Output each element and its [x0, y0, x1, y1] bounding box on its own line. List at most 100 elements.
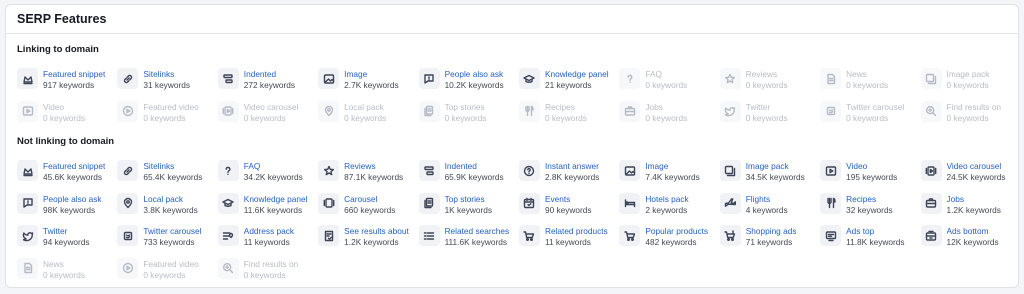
serp-feature-related-products[interactable]: Related products 11 keywords: [518, 223, 619, 256]
play-circle-icon: [117, 100, 139, 122]
serp-feature-address-pack[interactable]: Address pack 11 keywords: [217, 223, 318, 256]
serp-feature-events[interactable]: Events 90 keywords: [518, 191, 619, 224]
feature-label[interactable]: Flights: [746, 194, 788, 205]
feature-keyword-count: 1.2K keywords: [344, 237, 399, 248]
feature-label[interactable]: Sitelinks: [143, 69, 190, 80]
feature-label[interactable]: Carousel: [344, 194, 395, 205]
feature-label[interactable]: See results about: [344, 226, 409, 237]
ad-top-icon: [820, 225, 842, 247]
feature-keyword-count: 98K keywords: [43, 204, 96, 215]
feature-label: Reviews: [745, 69, 778, 79]
feature-label[interactable]: Shopping ads: [746, 226, 797, 237]
serp-feature-knowledge-panel[interactable]: Knowledge panel 21 keywords: [518, 66, 619, 99]
serp-feature-hotels-pack[interactable]: Hotels pack 2 keywords: [619, 191, 719, 224]
feature-label[interactable]: Related searches: [445, 226, 510, 237]
feature-text: Reviews 0 keywords: [746, 66, 788, 91]
feature-label[interactable]: Instant answer: [545, 161, 599, 172]
feature-label[interactable]: People also ask: [445, 69, 504, 80]
feature-label[interactable]: Related products: [545, 226, 608, 237]
feature-label[interactable]: Popular products: [645, 226, 708, 237]
serp-feature-related-searches[interactable]: Related searches 111.6K keywords: [418, 223, 519, 256]
feature-text: Shopping ads 71 keywords: [746, 223, 797, 248]
feature-keyword-count: 917 keywords: [43, 80, 95, 90]
serp-feature-sitelinks[interactable]: Sitelinks 31 keywords: [117, 66, 217, 99]
serp-feature-featured-snippet[interactable]: Featured snippet 45.6K keywords: [17, 158, 117, 191]
feature-label[interactable]: Events: [545, 194, 592, 205]
serp-feature-video-carousel: Video carousel 0 keywords: [217, 99, 318, 132]
serp-feature-image[interactable]: Image 7.4K keywords: [619, 158, 719, 191]
feature-text: Featured snippet 917 keywords: [43, 66, 105, 91]
serp-feature-featured-snippet[interactable]: Featured snippet 917 keywords: [17, 66, 117, 99]
feature-label[interactable]: Indented: [244, 69, 295, 80]
serp-feature-popular-products[interactable]: Popular products 482 keywords: [619, 223, 719, 256]
feature-label[interactable]: Hotels pack: [645, 194, 688, 205]
serp-feature-carousel[interactable]: Carousel 660 keywords: [318, 191, 418, 224]
feature-label[interactable]: Video carousel: [947, 161, 1006, 172]
serp-feature-image-pack[interactable]: Image pack 34.5K keywords: [719, 158, 820, 191]
serp-feature-indented[interactable]: Indented 65.9K keywords: [418, 158, 519, 191]
feature-label[interactable]: FAQ: [244, 161, 303, 172]
feature-label[interactable]: Knowledge panel: [244, 194, 308, 205]
feature-label[interactable]: Top stories: [445, 194, 493, 205]
crown-icon: [17, 160, 38, 181]
serp-feature-twitter[interactable]: Twitter 94 keywords: [17, 223, 117, 256]
briefcase-icon: [920, 192, 942, 214]
serp-feature-knowledge-panel[interactable]: Knowledge panel 11.6K keywords: [217, 191, 318, 224]
feature-label[interactable]: Knowledge panel: [545, 69, 609, 80]
feature-label[interactable]: Ads top: [846, 226, 904, 237]
feature-label[interactable]: Featured snippet: [43, 161, 105, 172]
feature-label[interactable]: Image pack: [746, 161, 805, 172]
feature-label[interactable]: Recipes: [846, 194, 893, 205]
serp-feature-ads-bottom[interactable]: Ads bottom 12K keywords: [920, 223, 1021, 256]
section-title-linking: Linking to domain: [17, 44, 99, 55]
feature-keyword-count: 2 keywords: [645, 204, 688, 215]
feature-label[interactable]: Ads bottom: [947, 226, 999, 237]
serp-feature-local-pack[interactable]: Local pack 3.8K keywords: [117, 191, 217, 224]
feature-text: Featured snippet 45.6K keywords: [43, 158, 105, 183]
feature-label: News: [846, 69, 867, 79]
feature-text: Featured video 0 keywords: [143, 99, 198, 124]
feature-label[interactable]: Image: [344, 69, 398, 80]
feature-text: Knowledge panel 11.6K keywords: [244, 191, 308, 216]
feature-label[interactable]: Reviews: [344, 161, 403, 172]
serp-feature-flights[interactable]: Flights 4 keywords: [719, 191, 820, 224]
feature-label[interactable]: People also ask: [43, 194, 102, 205]
feature-keyword-count: 195 keywords: [846, 172, 898, 182]
feature-label[interactable]: Featured snippet: [43, 69, 105, 80]
feature-text: Twitter 0 keywords: [746, 99, 788, 124]
serp-feature-video[interactable]: Video 195 keywords: [820, 158, 920, 191]
serp-feature-twitter-carousel[interactable]: Twitter carousel 733 keywords: [117, 223, 217, 256]
serp-feature-indented[interactable]: Indented 272 keywords: [217, 66, 318, 99]
feature-label[interactable]: Sitelinks: [143, 161, 202, 172]
serp-feature-jobs[interactable]: Jobs 1.2K keywords: [920, 191, 1021, 224]
serp-feature-top-stories[interactable]: Top stories 1K keywords: [418, 191, 519, 224]
serp-feature-shopping-ads[interactable]: Shopping ads 71 keywords: [719, 223, 820, 256]
serp-feature-reviews[interactable]: Reviews 87.1K keywords: [318, 158, 418, 191]
feature-text: Twitter carousel 0 keywords: [846, 99, 904, 124]
stories-icon: [418, 192, 440, 214]
feature-label[interactable]: Video: [846, 161, 897, 172]
feature-label[interactable]: Image: [645, 161, 699, 172]
feature-label[interactable]: Jobs: [947, 194, 1001, 205]
serp-feature-video-carousel[interactable]: Video carousel 24.5K keywords: [920, 158, 1021, 191]
feature-text: Featured video 0 keywords: [143, 256, 198, 281]
feature-text: Ads top 11.8K keywords: [846, 223, 904, 248]
feature-keyword-count: 94 keywords: [43, 237, 90, 248]
serp-feature-recipes[interactable]: Recipes 32 keywords: [820, 191, 920, 224]
feature-label[interactable]: Local pack: [143, 194, 197, 205]
linking-features-grid: Featured snippet 917 keywords Sitelinks 31 …: [17, 66, 1021, 131]
feature-label[interactable]: Twitter carousel: [143, 226, 201, 237]
doc-check-icon: [318, 225, 340, 247]
serp-feature-sitelinks[interactable]: Sitelinks 65.4K keywords: [117, 158, 217, 191]
serp-feature-people-also-ask[interactable]: People also ask 98K keywords: [17, 191, 117, 224]
serp-feature-image[interactable]: Image 2.7K keywords: [318, 66, 418, 99]
serp-feature-instant-answer[interactable]: Instant answer 2.8K keywords: [518, 158, 619, 191]
serp-feature-ads-top[interactable]: Ads top 11.8K keywords: [820, 223, 920, 256]
feature-label[interactable]: Twitter: [43, 226, 90, 237]
serp-feature-see-results-about[interactable]: See results about 1.2K keywords: [318, 223, 418, 256]
serp-feature-faq[interactable]: FAQ 34.2K keywords: [217, 158, 318, 191]
feature-label[interactable]: Indented: [445, 161, 504, 172]
not-linking-features-grid: Featured snippet 45.6K keywords Sitelinks 6…: [17, 158, 1021, 288]
feature-label[interactable]: Address pack: [244, 226, 294, 237]
serp-feature-people-also-ask[interactable]: People also ask 10.2K keywords: [418, 66, 519, 99]
